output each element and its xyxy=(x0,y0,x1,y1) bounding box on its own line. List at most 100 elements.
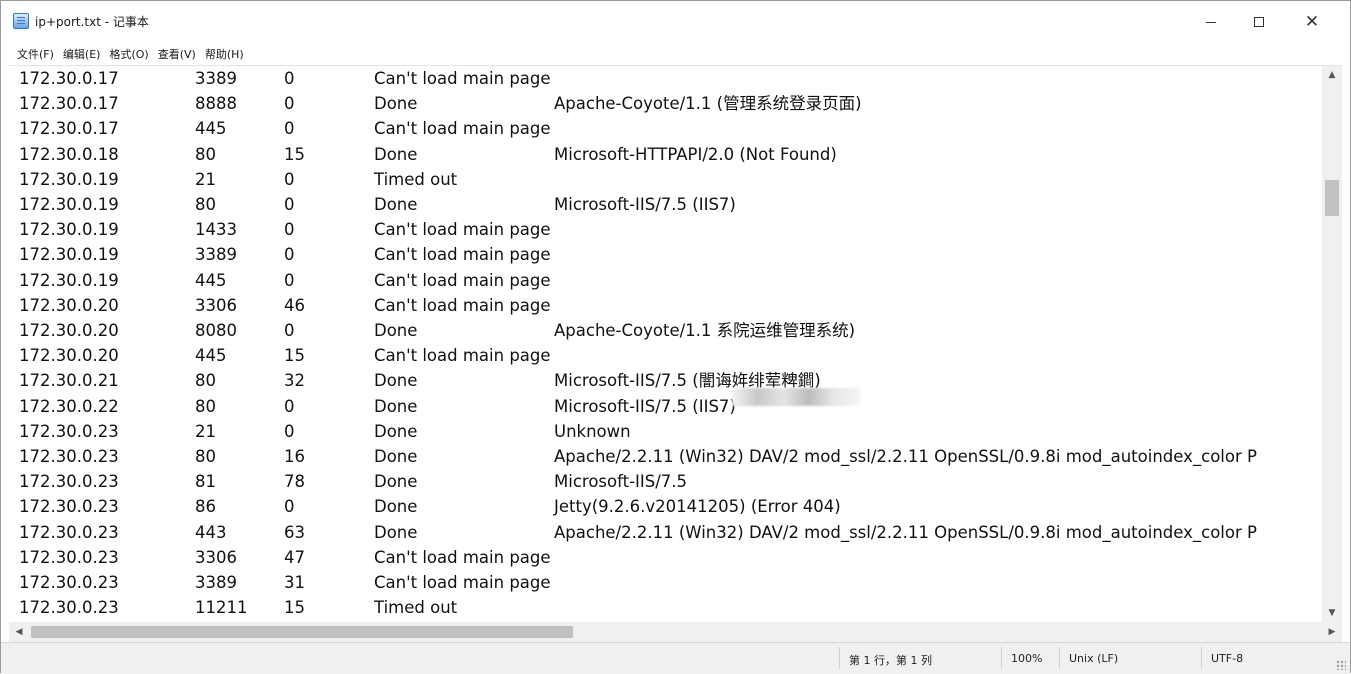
port-number: 8888 xyxy=(195,94,237,114)
encoding: UTF-8 xyxy=(1211,652,1244,665)
ip-address: 172.30.0.20 xyxy=(19,295,119,315)
text-line: 172.30.0.23 11211 15 Timed out xyxy=(9,595,1322,620)
port-number: 11211 xyxy=(195,598,248,618)
scan-status: Can't load main page xyxy=(374,346,551,366)
server-banner: Microsoft-IIS/7.5 xyxy=(554,472,688,492)
cursor-position: 第 1 行，第 1 列 xyxy=(849,654,932,667)
text-line: 172.30.0.22 80 0 Done Microsoft-IIS/7.5 (IIS… xyxy=(9,394,1322,419)
text-line: 172.30.0.20 8080 0 Done Apache-Coyote/1.1 系院… xyxy=(9,318,1322,343)
ip-address: 172.30.0.17 xyxy=(19,69,119,88)
title-bar[interactable]: ip+port.txt - 记事本 ✕ xyxy=(1,1,1350,43)
horizontal-scroll-thumb[interactable] xyxy=(31,626,573,638)
response-time: 0 xyxy=(284,94,295,114)
text-editor[interactable]: 172.30.0.23 11211 15 Timed out 172.30.0.23 33… xyxy=(9,65,1342,642)
window-title: ip+port.txt - 记事本 xyxy=(35,15,149,29)
status-divider xyxy=(1201,647,1202,669)
server-banner: Jetty(9.2.6.v20141205) (Error 404) xyxy=(554,497,841,517)
server-banner: Microsoft-HTTPAPI/2.0 (Not Found) xyxy=(554,144,837,164)
port-number: 80 xyxy=(195,447,216,466)
menu-file[interactable]: 文件(F) xyxy=(17,44,63,64)
response-time: 15 xyxy=(284,598,305,618)
scan-status: Can't load main page xyxy=(374,119,551,139)
scan-status: Done xyxy=(374,447,418,466)
response-time: 0 xyxy=(284,270,295,290)
port-number: 80 xyxy=(195,195,216,214)
port-number: 1433 xyxy=(195,220,237,240)
horizontal-scrollbar[interactable]: ◀ xyxy=(9,622,1322,642)
scan-status: Can't load main page xyxy=(374,547,551,567)
response-time: 0 xyxy=(284,220,295,240)
notepad-window: ip+port.txt - 记事本 ✕ 文件(F) 编辑(E) 格式(O) 查看… xyxy=(0,0,1351,674)
text-line: 172.30.0.23 21 0 Done Unknown xyxy=(9,419,1322,444)
maximize-button[interactable] xyxy=(1236,9,1282,35)
ip-address: 172.30.0.17 xyxy=(19,119,119,139)
response-time: 15 xyxy=(284,346,305,366)
port-number: 3389 xyxy=(195,573,237,592)
scan-status: Done xyxy=(374,94,418,114)
server-banner: Apache/2.2.11 (Win32) DAV/2 mod_ssl/2.2.… xyxy=(554,522,1257,542)
scan-status: Can't load main page xyxy=(374,220,551,240)
scan-status: Can't load main page xyxy=(374,245,551,265)
ip-address: 172.30.0.20 xyxy=(19,346,119,366)
server-banner: Apache/2.2.11 (Win32) DAV/2 mod_ssl/2.2.… xyxy=(554,447,1257,466)
response-time: 16 xyxy=(284,447,305,466)
scan-status: Done xyxy=(374,321,418,340)
text-line: 172.30.0.23 443 63 Done Apache/2.2.11 (Win32… xyxy=(9,520,1322,545)
scan-status: Done xyxy=(374,371,418,391)
port-number: 81 xyxy=(195,472,216,492)
scroll-up-arrow-icon[interactable]: ▲ xyxy=(1322,66,1342,84)
scroll-right-arrow-icon[interactable]: ▶ xyxy=(1322,622,1342,642)
scroll-left-arrow-icon[interactable]: ◀ xyxy=(9,622,29,642)
text-content[interactable]: 172.30.0.23 11211 15 Timed out 172.30.0.23 33… xyxy=(9,66,1322,622)
ip-address: 172.30.0.19 xyxy=(19,220,119,240)
scroll-down-arrow-icon[interactable]: ▼ xyxy=(1322,604,1342,622)
text-line: 172.30.0.19 1433 0 Can't load main page xyxy=(9,217,1322,242)
scan-status: Done xyxy=(374,396,418,416)
server-banner: Apache-Coyote/1.1 系院运维管理系统) xyxy=(554,321,856,340)
close-button[interactable]: ✕ xyxy=(1289,9,1335,35)
ip-address: 172.30.0.23 xyxy=(19,472,119,492)
text-line: 172.30.0.19 21 0 Timed out xyxy=(9,167,1322,192)
menu-help[interactable]: 帮助(H) xyxy=(205,44,253,64)
scan-status: Can't load main page xyxy=(374,573,551,592)
response-time: 46 xyxy=(284,295,305,315)
vertical-scrollbar[interactable]: ▲ ▼ xyxy=(1322,66,1342,622)
ip-address: 172.30.0.19 xyxy=(19,270,119,290)
scan-status: Done xyxy=(374,144,418,164)
line-ending: Unix (LF) xyxy=(1069,652,1119,665)
port-number: 443 xyxy=(195,522,227,542)
status-divider xyxy=(1059,647,1060,669)
ip-address: 172.30.0.19 xyxy=(19,169,119,189)
text-line: 172.30.0.17 445 0 Can't load main page xyxy=(9,116,1322,141)
port-number: 3306 xyxy=(195,295,237,315)
vertical-scroll-thumb[interactable] xyxy=(1325,180,1339,216)
ip-address: 172.30.0.19 xyxy=(19,195,119,214)
ip-address: 172.30.0.23 xyxy=(19,573,119,592)
ip-address: 172.30.0.23 xyxy=(19,497,119,517)
status-divider xyxy=(1001,647,1002,669)
port-number: 3389 xyxy=(195,69,237,88)
response-time: 0 xyxy=(284,119,295,139)
resize-grip-icon[interactable] xyxy=(1336,660,1346,670)
status-divider xyxy=(839,647,840,669)
text-line: 172.30.0.18 80 15 Done Microsoft-HTTPAPI/2.0… xyxy=(9,142,1322,167)
response-time: 0 xyxy=(284,169,295,189)
response-time: 47 xyxy=(284,547,305,567)
response-time: 0 xyxy=(284,321,295,340)
scan-status: Can't load main page xyxy=(374,295,551,315)
text-line: 172.30.0.19 80 0 Done Microsoft-IIS/7.5 (IIS… xyxy=(9,192,1322,217)
port-number: 8080 xyxy=(195,321,237,340)
minimize-button[interactable] xyxy=(1188,9,1234,35)
minimize-icon xyxy=(1206,21,1216,23)
menu-edit[interactable]: 编辑(E) xyxy=(63,44,110,64)
menu-bar: 文件(F) 编辑(E) 格式(O) 查看(V) 帮助(H) xyxy=(1,43,1350,65)
port-number: 86 xyxy=(195,497,216,517)
port-number: 445 xyxy=(195,346,227,366)
scan-status: Can't load main page xyxy=(374,69,551,88)
response-time: 63 xyxy=(284,522,305,542)
menu-format[interactable]: 格式(O) xyxy=(109,44,157,64)
text-line: 172.30.0.20 3306 46 Can't load main page xyxy=(9,293,1322,318)
port-number: 80 xyxy=(195,396,216,416)
text-line: 172.30.0.23 3389 31 Can't load main page xyxy=(9,570,1322,595)
menu-view[interactable]: 查看(V) xyxy=(158,44,205,64)
